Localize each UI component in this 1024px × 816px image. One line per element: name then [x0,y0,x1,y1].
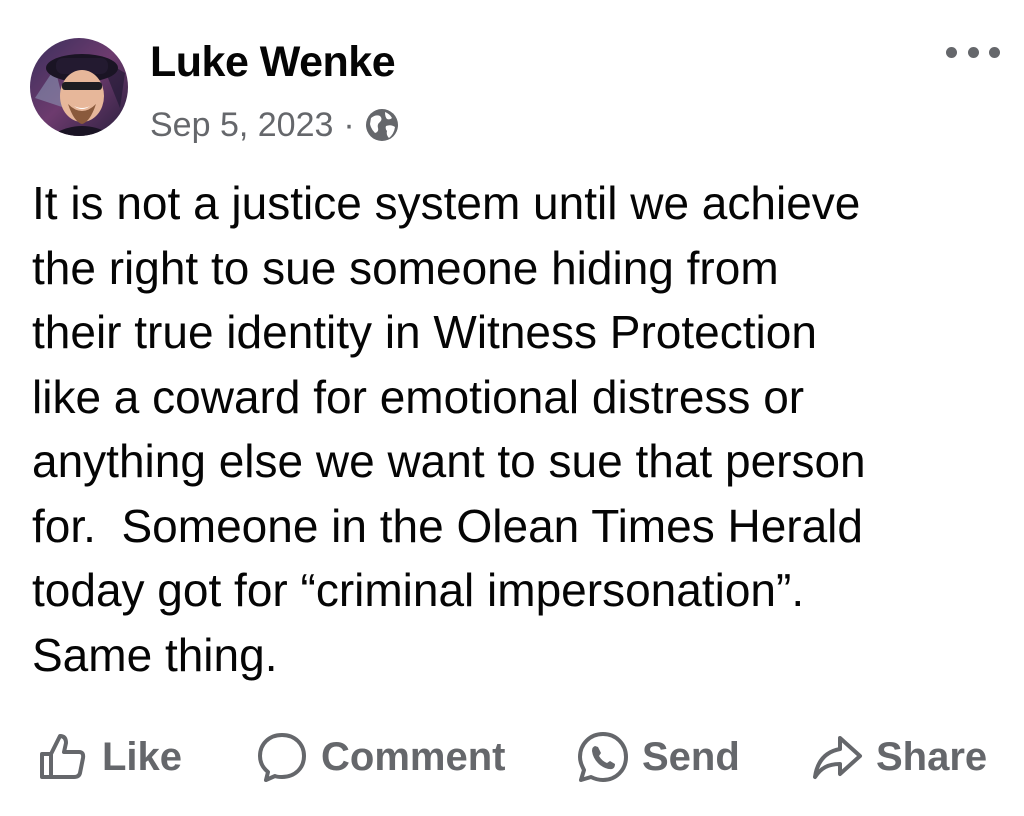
avatar[interactable] [30,38,128,136]
post-text-line: Same thing. [32,628,278,681]
like-label: Like [102,734,183,779]
share-arrow-icon [813,736,862,779]
globe-icon [364,107,400,143]
whatsapp-icon [578,732,628,782]
post-text-line: for. Someone in the Olean Times Herald [32,499,863,552]
meta-separator: · [343,105,355,144]
post-text: It is not a justice system until we achi… [32,171,992,687]
send-button[interactable]: Send [576,725,740,789]
post-action-bar: Like Comment Send Share [0,725,1024,789]
post-text-line: today got for “criminal impersonation”. [32,564,805,616]
share-button[interactable]: Share [810,725,987,789]
post-meta: Sep 5, 2023 · [150,103,400,147]
comment-label: Comment [321,734,506,779]
avatar-image [30,38,128,136]
more-options-icon[interactable] [946,38,1000,66]
post-text-line: It is not a justice system until we achi… [32,177,861,229]
post-text-line: like a coward for emotional distress or [32,370,805,423]
more-dot [989,46,1000,58]
more-dot [967,46,979,58]
send-label: Send [642,734,740,779]
thumbs-up-icon [40,734,86,779]
post-text-line: their true identity in Witness Protectio… [32,306,817,358]
post-text-line: anything else we want to sue that person [32,435,866,487]
comment-button[interactable]: Comment [255,725,505,789]
post-date[interactable]: Sep 5, 2023 [150,106,333,145]
author-name[interactable]: Luke Wenke [150,38,396,87]
comment-bubble-icon [258,733,306,782]
post-text-line: the right to sue someone hiding from [32,241,779,294]
like-button[interactable]: Like [36,725,182,789]
share-label: Share [876,734,988,779]
more-dot [946,46,957,58]
